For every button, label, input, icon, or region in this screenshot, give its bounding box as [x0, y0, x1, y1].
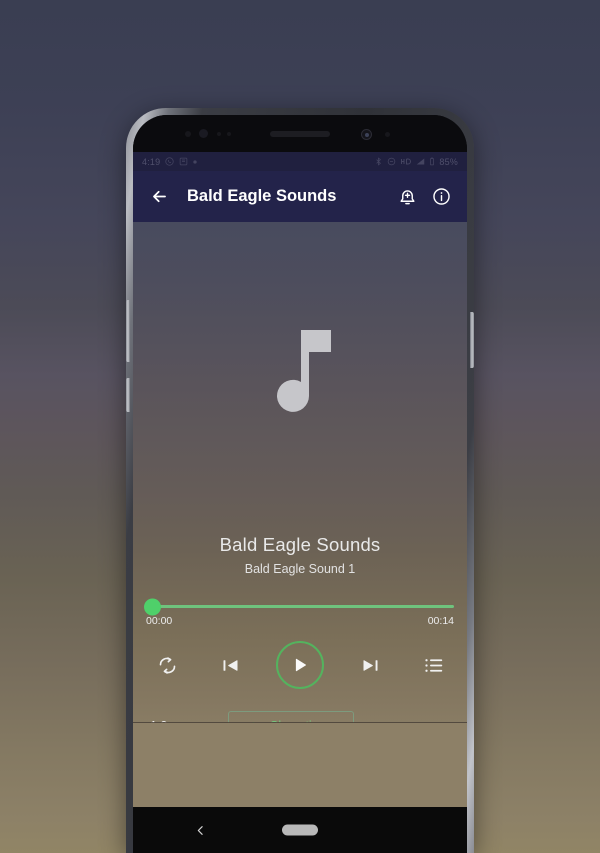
phone-device-frame: 4:19 85% Bald Eagle Sounds Bald Eagle So… — [126, 108, 474, 853]
phone-inner-body: 4:19 85% Bald Eagle Sounds Bald Eagle So… — [133, 115, 467, 853]
light-sensor-icon — [217, 132, 221, 136]
bottom-pane — [133, 723, 467, 807]
iris-sensor-icon — [199, 129, 208, 138]
player-body: Bald Eagle Sounds Bald Eagle Sound 1 00:… — [133, 222, 467, 807]
dnd-icon — [387, 157, 396, 166]
proximity-sensor-icon — [185, 131, 191, 137]
back-arrow-icon[interactable] — [144, 182, 174, 212]
phone-screen: 4:19 85% Bald Eagle Sounds Bald Eagle So… — [133, 152, 467, 807]
total-time-label: 00:14 — [427, 615, 454, 627]
app-icon — [179, 157, 188, 166]
current-time-label: 00:00 — [146, 615, 173, 627]
android-nav-bar — [133, 807, 467, 853]
page-title: Bald Eagle Sounds — [187, 187, 337, 205]
track-info: Bald Eagle Sounds Bald Eagle Sound 1 — [133, 522, 467, 576]
phone-top-bezel — [133, 115, 467, 152]
signal-icon — [416, 157, 425, 166]
earpiece-speaker — [270, 131, 330, 137]
progress-slider[interactable] — [144, 598, 454, 615]
status-bar-clock: 4:19 — [142, 156, 161, 167]
artwork-area — [133, 222, 467, 522]
add-alarm-icon[interactable] — [392, 182, 422, 212]
volume-button[interactable] — [126, 300, 130, 362]
status-bar: 4:19 85% — [133, 152, 467, 171]
home-pill[interactable] — [282, 824, 318, 836]
track-subtitle: Bald Eagle Sound 1 — [244, 562, 356, 576]
secondary-sensor-icon — [385, 132, 390, 137]
progress-thumb[interactable] — [144, 598, 161, 615]
hd-icon — [400, 157, 412, 166]
power-button[interactable] — [470, 312, 474, 368]
track-title: Bald Eagle Sounds — [219, 534, 381, 555]
repeat-icon[interactable] — [150, 648, 184, 682]
assistant-button[interactable] — [126, 378, 130, 412]
next-track-icon[interactable] — [353, 648, 387, 682]
playlist-icon[interactable] — [416, 648, 450, 682]
bluetooth-icon — [374, 157, 383, 166]
play-button[interactable] — [276, 641, 324, 689]
info-icon[interactable] — [426, 182, 456, 212]
previous-track-icon[interactable] — [213, 648, 247, 682]
battery-icon — [429, 157, 435, 166]
status-bar-right: 85% — [374, 157, 458, 167]
app-toolbar: Bald Eagle Sounds — [133, 171, 467, 222]
whatsapp-icon — [165, 157, 174, 166]
led-indicator-icon — [227, 132, 231, 136]
progress-section: 00:00 00:14 — [133, 576, 467, 627]
front-camera-icon — [361, 129, 372, 140]
scene-background: 4:19 85% Bald Eagle Sounds Bald Eagle So… — [0, 0, 600, 853]
playback-controls — [133, 641, 467, 689]
music-note-icon — [263, 324, 337, 420]
dot-icon — [193, 159, 197, 164]
battery-percent-label: 85% — [439, 156, 458, 167]
status-bar-left: 4:19 — [142, 157, 197, 167]
nav-back-icon[interactable] — [189, 819, 211, 841]
time-row: 00:00 00:14 — [146, 615, 454, 627]
